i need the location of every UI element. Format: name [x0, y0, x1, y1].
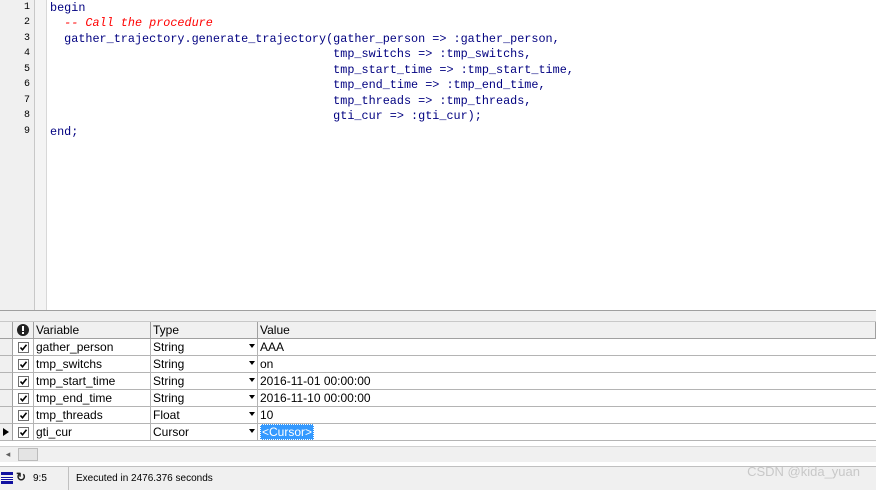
line-number: 3 — [23, 33, 30, 44]
value-cell[interactable]: AAA — [258, 339, 876, 356]
variable-cell[interactable]: gather_person — [34, 339, 151, 356]
scrollbar-thumb[interactable] — [18, 448, 38, 461]
table-row[interactable]: gather_person String AAA — [0, 339, 876, 356]
variable-cell[interactable]: tmp_end_time — [34, 390, 151, 407]
checkbox-checked[interactable] — [18, 359, 29, 370]
line-number: 2 — [23, 17, 30, 28]
type-value: String — [153, 340, 185, 354]
row-checkbox-cell[interactable] — [13, 356, 34, 373]
line-number: 9 — [23, 126, 30, 137]
type-cell[interactable]: String — [151, 373, 258, 390]
enabled-column-header[interactable] — [13, 322, 34, 339]
code-line[interactable]: tmp_end_time => :tmp_end_time, — [50, 78, 545, 92]
type-cell[interactable]: String — [151, 356, 258, 373]
dropdown-arrow-icon[interactable] — [249, 361, 255, 365]
table-row[interactable]: tmp_start_time String 2016-11-01 00:00:0… — [0, 373, 876, 390]
row-indicator[interactable] — [0, 424, 13, 441]
line-number: 6 — [23, 79, 30, 90]
value-cell[interactable]: 2016-11-10 00:00:00 — [258, 390, 876, 407]
code-comment[interactable]: -- Call the procedure — [50, 16, 213, 30]
variable-cell[interactable]: tmp_start_time — [34, 373, 151, 390]
value-cell[interactable]: on — [258, 356, 876, 373]
sql-editor[interactable]: 1 2 3 4 5 6 7 8 9 begin -- Call the proc… — [0, 0, 876, 310]
value-column-header[interactable]: Value — [258, 322, 876, 339]
type-column-header[interactable]: Type — [151, 322, 258, 339]
scroll-left-icon[interactable]: ◂ — [0, 447, 16, 462]
code-line[interactable]: end; — [50, 125, 78, 139]
type-cell[interactable]: Cursor — [151, 424, 258, 441]
type-cell[interactable]: String — [151, 339, 258, 356]
line-number: 7 — [23, 95, 30, 106]
type-value: String — [153, 357, 185, 371]
code-line[interactable]: tmp_threads => :tmp_threads, — [50, 94, 531, 108]
row-indicator[interactable] — [0, 390, 13, 407]
row-indicator[interactable] — [0, 373, 13, 390]
refresh-icon[interactable]: ↻ — [16, 471, 26, 484]
type-value: String — [153, 374, 185, 388]
table-row[interactable]: tmp_switchs String on — [0, 356, 876, 373]
variable-cell[interactable]: tmp_switchs — [34, 356, 151, 373]
table-row-current[interactable]: gti_cur Cursor <Cursor> — [0, 424, 876, 441]
row-checkbox-cell[interactable] — [13, 390, 34, 407]
value-cell[interactable]: 10 — [258, 407, 876, 424]
code-line[interactable]: gti_cur => :gti_cur); — [50, 109, 482, 123]
dropdown-arrow-icon[interactable] — [249, 378, 255, 382]
checkbox-checked[interactable] — [18, 427, 29, 438]
variable-cell[interactable]: gti_cur — [34, 424, 151, 441]
dropdown-arrow-icon[interactable] — [249, 412, 255, 416]
code-line[interactable]: tmp_switchs => :tmp_switchs, — [50, 47, 531, 61]
checkbox-checked[interactable] — [18, 342, 29, 353]
value-cell[interactable]: 2016-11-01 00:00:00 — [258, 373, 876, 390]
type-value: String — [153, 391, 185, 405]
row-indicator[interactable] — [0, 356, 13, 373]
type-value: Cursor — [153, 425, 190, 439]
status-bar: ↻ 9:5 Executed in 2476.376 seconds — [0, 466, 876, 490]
row-indicator[interactable] — [0, 339, 13, 356]
horizontal-scrollbar[interactable]: ◂ — [0, 446, 876, 462]
checkbox-checked[interactable] — [18, 410, 29, 421]
watermark: CSDN @kida_yuan — [747, 464, 860, 479]
window-list-icon[interactable] — [1, 472, 13, 484]
line-number: 8 — [23, 110, 30, 121]
code-line[interactable]: gather_trajectory.generate_trajectory(ga… — [50, 32, 560, 46]
dropdown-arrow-icon[interactable] — [249, 429, 255, 433]
variable-cell[interactable]: tmp_threads — [34, 407, 151, 424]
info-icon — [17, 324, 29, 336]
type-cell[interactable]: Float — [151, 407, 258, 424]
type-value: Float — [153, 408, 180, 422]
variable-column-header[interactable]: Variable — [34, 322, 151, 339]
cursor-position: 9:5 — [27, 467, 69, 490]
row-indicator[interactable] — [0, 407, 13, 424]
fold-margin — [35, 0, 47, 310]
checkbox-checked[interactable] — [18, 393, 29, 404]
row-checkbox-cell[interactable] — [13, 424, 34, 441]
row-checkbox-cell[interactable] — [13, 373, 34, 390]
cursor-value[interactable]: <Cursor> — [260, 424, 315, 440]
pane-splitter[interactable] — [0, 310, 876, 322]
type-cell[interactable]: String — [151, 390, 258, 407]
row-indicator-header — [0, 322, 13, 339]
line-number: 4 — [23, 48, 30, 59]
row-checkbox-cell[interactable] — [13, 407, 34, 424]
status-message: Executed in 2476.376 seconds — [76, 473, 213, 484]
row-checkbox-cell[interactable] — [13, 339, 34, 356]
dropdown-arrow-icon[interactable] — [249, 395, 255, 399]
dropdown-arrow-icon[interactable] — [249, 344, 255, 348]
code-line[interactable]: tmp_start_time => :tmp_start_time, — [50, 63, 574, 77]
checkbox-checked[interactable] — [18, 376, 29, 387]
grid-header: Variable Type Value — [0, 322, 876, 339]
code-line[interactable]: begin — [50, 1, 85, 15]
current-row-arrow-icon — [3, 428, 9, 436]
table-row[interactable]: tmp_threads Float 10 — [0, 407, 876, 424]
value-cell-selected[interactable]: <Cursor> — [258, 424, 876, 441]
variables-grid[interactable]: Variable Type Value gather_person String… — [0, 322, 876, 443]
line-number-gutter: 1 2 3 4 5 6 7 8 9 — [0, 0, 35, 310]
line-number: 5 — [23, 64, 30, 75]
line-number: 1 — [23, 2, 30, 13]
table-row[interactable]: tmp_end_time String 2016-11-10 00:00:00 — [0, 390, 876, 407]
